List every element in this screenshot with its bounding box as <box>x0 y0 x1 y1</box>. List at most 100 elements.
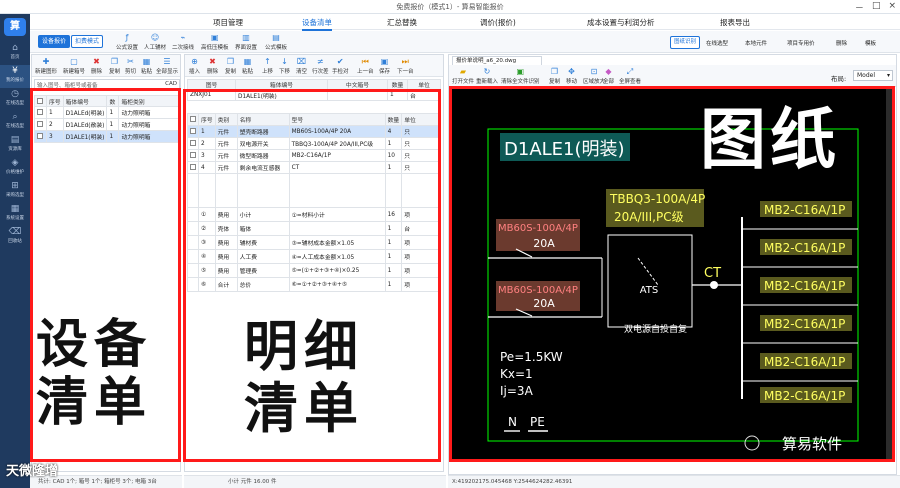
nav-item-library[interactable]: ▤ 资源库 <box>0 134 30 157</box>
nav-item-home[interactable]: ⌂ 首页 <box>0 42 30 65</box>
drawing-recognition-button[interactable]: 图纸识别 <box>670 36 701 49</box>
move-down-button[interactable]: ↓ 下移 <box>279 57 290 75</box>
move-up-button[interactable]: ↑ 上移 <box>262 57 273 75</box>
field-chinese-code: 中文箱号 <box>327 79 388 90</box>
fee-row[interactable]: ① 费用 小计 ①=材料小计 16 项 <box>187 207 441 222</box>
formula-template-button[interactable]: ▤ 公式模板 <box>265 33 287 51</box>
project-price-button[interactable]: 项目专用价 <box>787 39 815 47</box>
delete-row-button[interactable]: ✖ 删除 <box>207 57 218 75</box>
copy-box-button[interactable]: ❐ 复制 <box>109 57 120 75</box>
header-check[interactable] <box>34 95 47 107</box>
new-box-button[interactable]: ▢ 新建箱号 <box>63 57 85 75</box>
cell-model: MB2-C16A/1P <box>288 149 386 162</box>
table-row-selected[interactable]: 1 元件 塑壳断路器 MB60S-100A/4P 20A 4 只 <box>187 125 441 138</box>
nav-item-purchase[interactable]: ⊞ 采购选型 <box>0 180 30 203</box>
nav-item-quote[interactable]: ¥ 我的报价 <box>0 65 30 88</box>
formula-button[interactable]: ƒ 公式设置 <box>116 33 138 51</box>
table-row[interactable]: 3 元件 微型断路器 MB2-C16A/1P 10 只 <box>187 149 441 162</box>
fee-row[interactable]: ⑤ 费用 管理费 ⑤=(①+②+③+④)×0.25 1 项 <box>187 263 441 278</box>
mode-fee-button[interactable]: 扣费模式 <box>71 35 104 48</box>
select-all-checkbox[interactable] <box>190 116 196 123</box>
table-row[interactable]: 1 D1ALEd(明装) 1 动力照明箱 <box>34 106 180 119</box>
fee-row[interactable]: ⑥ 合计 总价 ⑥=①+②+③+④+⑤ 1 项 <box>187 277 441 292</box>
local-component-button[interactable]: 本地元件 <box>745 39 767 47</box>
row-diff-button[interactable]: ≠ 行次差 <box>312 57 329 75</box>
row-checkbox[interactable] <box>37 109 43 116</box>
header-qty: 数 <box>106 95 120 107</box>
value-drawing-no[interactable]: ZNXJ01 <box>187 89 236 101</box>
move-drawing-button[interactable]: ✥ 移动 <box>566 67 577 85</box>
menu-cost-analysis[interactable]: 成本设置与利润分析 <box>587 17 655 28</box>
menu-report-export[interactable]: 报表导出 <box>720 17 750 28</box>
delete-box-button[interactable]: ✖ 删除 <box>91 57 102 75</box>
new-drawing-button[interactable]: ✚ 新建图形 <box>35 57 57 75</box>
secondary-wiring-button[interactable]: ⌁ 二次接线 <box>172 33 194 51</box>
menu-equipment-list[interactable]: 设备清单 <box>302 17 332 31</box>
clear-recognition-button[interactable]: ▣ 清除全文件识别 <box>501 67 540 85</box>
menu-summary[interactable]: 汇总替换 <box>387 17 417 28</box>
paste-box-button[interactable]: ▦ 粘贴 <box>141 57 152 75</box>
row-checkbox[interactable] <box>190 140 196 147</box>
button-label: 全部显示 <box>156 69 179 75</box>
layout-select[interactable]: Model ▾ <box>853 70 893 81</box>
next-icon: ⏭ <box>401 57 409 66</box>
cut-box-button[interactable]: ✂ 剪切 <box>125 57 136 75</box>
delete-right-button[interactable]: 删除 <box>836 39 847 47</box>
row-checkbox[interactable] <box>37 121 43 128</box>
nav-item-trash[interactable]: ⌫ 回收站 <box>0 226 30 249</box>
menu-price-adjust[interactable]: 调价(报价) <box>480 17 516 28</box>
zoom-area-button[interactable]: ⊡ 区域放大 <box>583 67 605 85</box>
table-row[interactable]: 2 元件 双电源开关 TBBQ3-100A/4P 20A/III,PC级 1 只 <box>187 137 441 150</box>
show-all-button[interactable]: ☰ 全部显示 <box>156 57 178 75</box>
row-checkbox[interactable] <box>37 133 43 140</box>
voltage-template-button[interactable]: ▣ 高低压模板 <box>201 33 229 51</box>
save-button[interactable]: ▣ 保存 <box>379 57 390 75</box>
fullscreen-button[interactable]: ⤢ 全屏查看 <box>619 67 641 85</box>
table-row[interactable]: 2 D1ALEd(敞装) 1 动力照明箱 <box>34 118 180 131</box>
fee-row[interactable]: ② 壳体 箱体 1 台 <box>187 221 441 236</box>
template-right-button[interactable]: 模板 <box>865 39 876 47</box>
nav-item-search[interactable]: ⌕ 在线选型 <box>0 111 30 134</box>
prev-unit-button[interactable]: ⏮ 上一台 <box>357 57 374 75</box>
output-label: MB2-C16A/1P <box>764 203 845 217</box>
drawing-file-tab[interactable]: 报价单说明_a6_20.dwg <box>452 56 542 65</box>
nav-label: 资源库 <box>8 147 22 152</box>
insert-button[interactable]: ⊕ 插入 <box>189 57 200 75</box>
table-row[interactable]: 4 元件 剩余电流互感器 CT 1 只 <box>187 161 441 174</box>
labor-button[interactable]: ☺ 人工辅材 <box>144 33 166 51</box>
close-button[interactable]: × <box>888 1 896 14</box>
menu-project[interactable]: 项目管理 <box>213 17 243 28</box>
next-unit-button[interactable]: ⏭ 下一台 <box>397 57 414 75</box>
nav-item-price[interactable]: ◈ 价格维护 <box>0 157 30 180</box>
zoom-all-button[interactable]: ◆ 全部 <box>603 67 614 85</box>
value-qty[interactable]: 1 <box>387 89 408 101</box>
row-checkbox[interactable] <box>190 164 196 171</box>
layout-settings-button[interactable]: ▥ 界面设置 <box>235 33 257 51</box>
row-checkbox[interactable] <box>190 128 196 135</box>
canvas-scrollbar[interactable] <box>886 89 892 461</box>
value-chinese-code[interactable] <box>327 89 388 101</box>
clear-button[interactable]: ⌧ 清空 <box>296 57 307 75</box>
copy-row-button[interactable]: ❐ 复制 <box>225 57 236 75</box>
select-all-checkbox[interactable] <box>37 97 43 104</box>
fee-row[interactable]: ③ 费用 辅材费 ③=辅材成本金额×1.05 1 项 <box>187 235 441 250</box>
box-search-input[interactable]: 输入图号、箱柜号或者备 CAD <box>34 79 180 89</box>
check-icon: ✔ <box>336 57 344 66</box>
cad-filter[interactable]: CAD <box>165 81 177 87</box>
open-file-button[interactable]: ▰ 打开文件 <box>452 67 474 85</box>
copy-drawing-button[interactable]: ❐ 复制 <box>549 67 560 85</box>
table-row-selected[interactable]: 3 D1ALE1(明装) 1 动力照明箱 <box>34 130 180 143</box>
value-box-code[interactable]: D1ALE1(明装) <box>235 89 328 101</box>
nav-item-history[interactable]: ◷ 在线选型 <box>0 88 30 111</box>
online-select-button[interactable]: 在线选型 <box>706 39 728 47</box>
nav-item-settings[interactable]: ▦ 系统设置 <box>0 203 30 226</box>
manual-check-button[interactable]: ✔ 手检对 <box>332 57 349 75</box>
maximize-button[interactable]: □ <box>872 1 881 14</box>
reload-button[interactable]: ↻ 重新载入 <box>476 67 498 85</box>
paste-row-button[interactable]: ▦ 粘贴 <box>242 57 253 75</box>
row-checkbox[interactable] <box>190 152 196 159</box>
mode-quote-button[interactable]: 设备报价 <box>38 35 71 48</box>
fee-row[interactable]: ④ 费用 人工费 ④=人工成本金额×1.05 1 项 <box>187 249 441 264</box>
minimize-button[interactable]: － <box>855 1 864 14</box>
value-unit[interactable]: 台 <box>407 89 441 101</box>
